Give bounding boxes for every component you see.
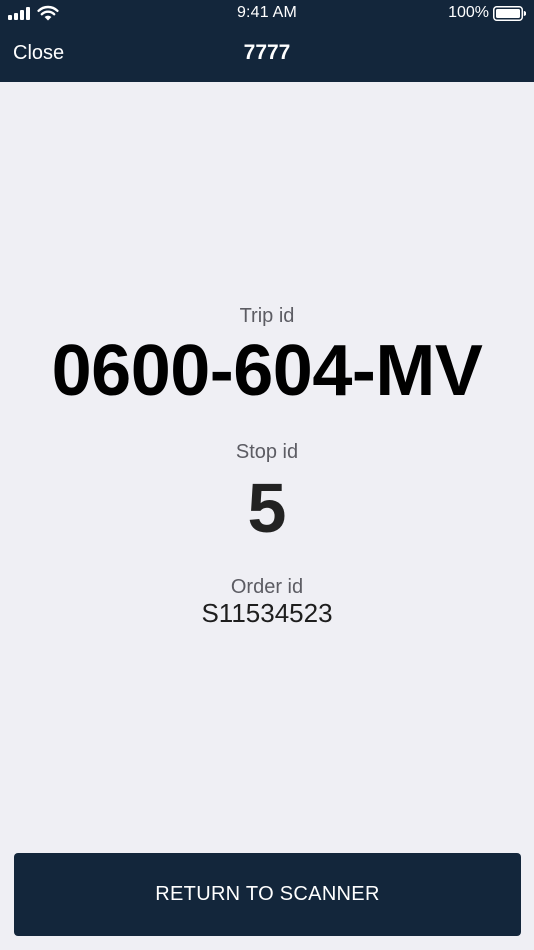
- return-to-scanner-button[interactable]: RETURN TO SCANNER: [14, 853, 521, 936]
- status-bar: 9:41 AM 100%: [0, 0, 534, 28]
- header: 9:41 AM 100% Close 7777: [0, 0, 534, 82]
- stop-id-value: 5: [247, 469, 287, 547]
- stop-id-label: Stop id: [235, 441, 299, 463]
- navigation-bar: Close 7777: [0, 28, 534, 82]
- close-button[interactable]: Close: [13, 42, 64, 65]
- battery-icon: [493, 6, 526, 21]
- order-id-value: S11534523: [201, 598, 333, 628]
- page-title: 7777: [243, 41, 291, 64]
- trip-id-value: 0600-604-MV: [51, 331, 483, 411]
- battery-percentage: 100%: [448, 4, 489, 21]
- trip-id-label: Trip id: [239, 305, 295, 327]
- scan-result-screen: 9:41 AM 100% Close 7777 Trip id 0600-604…: [0, 0, 534, 950]
- order-id-label: Order id: [230, 576, 304, 598]
